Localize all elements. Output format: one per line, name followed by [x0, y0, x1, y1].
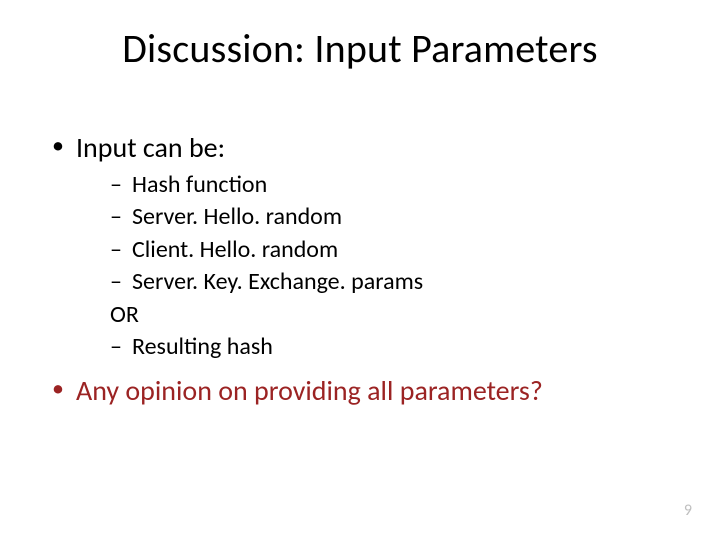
bullet-label: Any opinion on providing all parameters? [76, 373, 543, 408]
bullet-label: Input can be: [76, 130, 225, 165]
sub-bullet-list: Hash function Server. Hello. random Clie… [110, 169, 672, 363]
bullet-list: Input can be: Hash function Server. Hell… [48, 130, 672, 408]
slide-title: Discussion: Input Parameters [0, 24, 720, 73]
sub-bullet-server-hello-random: Server. Hello. random [110, 201, 672, 233]
sub-bullet-hash-function: Hash function [110, 169, 672, 201]
sub-bullet-or: OR [110, 299, 672, 331]
bullet-input-can-be: Input can be: Hash function Server. Hell… [48, 130, 672, 363]
slide: Discussion: Input Parameters Input can b… [0, 0, 720, 540]
bullet-any-opinion: Any opinion on providing all parameters? [48, 373, 672, 408]
sub-bullet-client-hello-random: Client. Hello. random [110, 234, 672, 266]
page-number: 9 [684, 501, 692, 520]
sub-bullet-resulting-hash: Resulting hash [110, 331, 672, 363]
slide-body: Input can be: Hash function Server. Hell… [48, 130, 672, 414]
sub-bullet-server-key-exchange: Server. Key. Exchange. params [110, 266, 672, 298]
